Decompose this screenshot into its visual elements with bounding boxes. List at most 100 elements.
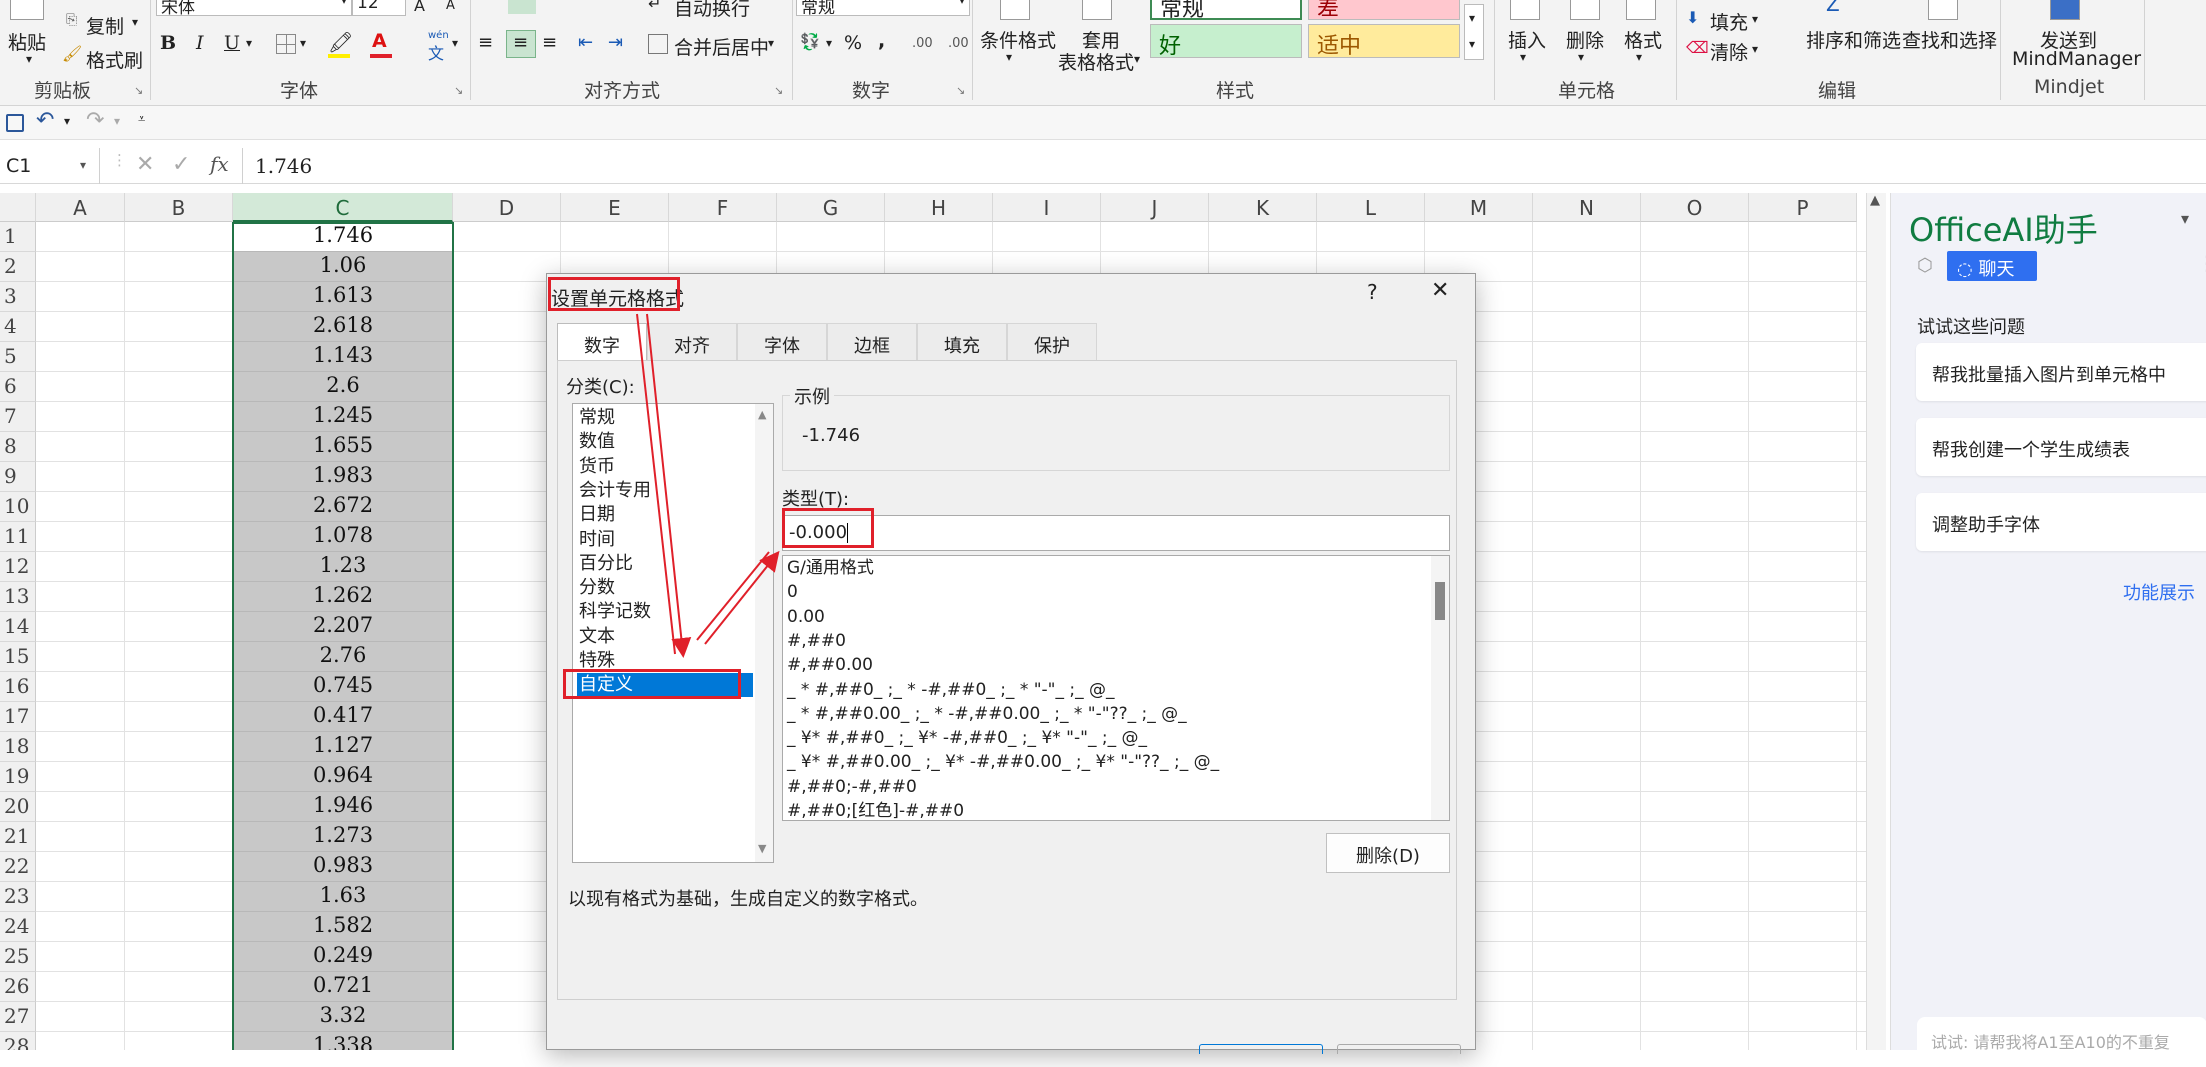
fill-dropdown-icon[interactable]: ▾ (1752, 12, 1758, 26)
currency-icon[interactable]: 💱 (800, 32, 820, 51)
fill-color-icon[interactable]: 🖍 (328, 30, 353, 54)
chat-tab[interactable]: ◌ 聊天 (1947, 251, 2037, 281)
row-header[interactable]: 12 (0, 552, 36, 582)
row-header[interactable]: 19 (0, 762, 36, 792)
suggestion-item[interactable]: 调整助手字体 (1916, 493, 2206, 551)
format-dropdown-icon[interactable]: ▾ (1636, 50, 1642, 64)
redo-dropdown-icon[interactable]: ▾ (114, 114, 120, 128)
row-header[interactable]: 7 (0, 402, 36, 432)
cell-c[interactable]: 1.655 (233, 432, 453, 462)
font-color-icon[interactable]: A (372, 30, 387, 52)
row-header[interactable]: 21 (0, 822, 36, 852)
cell-c[interactable]: 0.249 (233, 942, 453, 972)
cell-c[interactable]: 1.746 (233, 222, 453, 252)
align-right-icon[interactable]: ≡ (542, 32, 557, 53)
cell-c[interactable]: 0.964 (233, 762, 453, 792)
column-header[interactable]: I (993, 193, 1101, 222)
cell-c[interactable]: 1.983 (233, 462, 453, 492)
select-all-corner[interactable] (0, 193, 36, 222)
cell-c[interactable]: 1.06 (233, 252, 453, 282)
sort-filter-button[interactable]: 排序和筛选 (1806, 26, 1901, 53)
row-header[interactable]: 23 (0, 882, 36, 912)
conditional-format-button[interactable]: 条件格式 (980, 26, 1056, 53)
enter-formula-icon[interactable]: ✓ (172, 152, 190, 177)
cell-c[interactable]: 2.672 (233, 492, 453, 522)
format-cells-button[interactable]: 格式 (1624, 26, 1662, 53)
pane-menu-icon[interactable]: ▾ (2181, 209, 2189, 228)
row-header[interactable]: 5 (0, 342, 36, 372)
cell-c[interactable]: 1.613 (233, 282, 453, 312)
column-header[interactable]: D (453, 193, 561, 222)
clear-button[interactable]: 清除 (1710, 38, 1748, 65)
cell-c[interactable]: 1.582 (233, 912, 453, 942)
decrease-decimal-icon[interactable]: .00 (948, 36, 969, 51)
row-header[interactable]: 28 (0, 1032, 36, 1050)
column-header[interactable]: C (233, 193, 453, 222)
copy-button[interactable]: 复制 (86, 12, 124, 39)
font-launcher-icon[interactable]: ↘ (454, 84, 463, 97)
row-header[interactable]: 17 (0, 702, 36, 732)
row-header[interactable]: 2 (0, 252, 36, 282)
percent-button[interactable]: % (844, 32, 862, 54)
delete-cells-button[interactable]: 删除 (1566, 26, 1604, 53)
redo-icon[interactable]: ↷ (86, 108, 104, 133)
row-header[interactable]: 6 (0, 372, 36, 402)
conditional-format-dropdown-icon[interactable]: ▾ (1006, 50, 1012, 64)
align-left-icon[interactable]: ≡ (478, 32, 493, 53)
cell-c[interactable]: 3.32 (233, 1002, 453, 1032)
cell-c[interactable]: 2.618 (233, 312, 453, 342)
cell-c[interactable]: 1.23 (233, 552, 453, 582)
phonetic-dropdown-icon[interactable]: ▾ (452, 36, 458, 50)
row-header[interactable]: 3 (0, 282, 36, 312)
column-header[interactable]: F (669, 193, 777, 222)
column-header[interactable]: B (125, 193, 233, 222)
scroll-up-icon[interactable]: ▲ (1870, 193, 1880, 208)
phonetic-icon[interactable]: 文 (428, 40, 444, 64)
format-as-table-button-2[interactable]: 表格格式 (1058, 48, 1134, 75)
cell-c[interactable]: 0.721 (233, 972, 453, 1002)
row-header[interactable]: 15 (0, 642, 36, 672)
shrink-font-icon[interactable]: A (446, 0, 455, 13)
merge-dropdown-icon[interactable]: ▾ (768, 36, 774, 50)
align-middle-icon[interactable] (508, 0, 536, 14)
name-box-dropdown-icon[interactable]: ▾ (80, 158, 86, 172)
row-header[interactable]: 25 (0, 942, 36, 972)
paste-dropdown-icon[interactable]: ▾ (26, 52, 32, 66)
row-header[interactable]: 11 (0, 522, 36, 552)
column-header[interactable]: P (1749, 193, 1857, 222)
underline-dropdown-icon[interactable]: ▾ (246, 36, 252, 50)
row-header[interactable]: 14 (0, 612, 36, 642)
cell-c[interactable]: 1.338 (233, 1032, 453, 1050)
cell-c[interactable]: 1.078 (233, 522, 453, 552)
row-header[interactable]: 13 (0, 582, 36, 612)
column-header[interactable]: L (1317, 193, 1425, 222)
cell-c[interactable]: 1.262 (233, 582, 453, 612)
row-header[interactable]: 8 (0, 432, 36, 462)
cell-c[interactable]: 1.127 (233, 732, 453, 762)
cell-c[interactable]: 2.207 (233, 612, 453, 642)
increase-decimal-icon[interactable]: .00 (912, 36, 933, 51)
format-as-table-dropdown-icon[interactable]: ▾ (1134, 52, 1140, 66)
comma-button[interactable]: , (878, 30, 885, 52)
style-bad[interactable]: 差 (1308, 0, 1460, 20)
insert-dropdown-icon[interactable]: ▾ (1520, 50, 1526, 64)
row-header[interactable]: 4 (0, 312, 36, 342)
styles-scroll[interactable]: ▾ ▾ (1464, 4, 1484, 60)
merge-center-button[interactable]: 合并后居中 (674, 33, 769, 60)
paste-button[interactable]: 粘贴 (8, 28, 46, 55)
cell-c[interactable]: 0.745 (233, 672, 453, 702)
column-header[interactable]: O (1641, 193, 1749, 222)
clipboard-launcher-icon[interactable]: ↘ (134, 84, 143, 97)
style-good[interactable]: 好 (1150, 24, 1302, 58)
font-size-select[interactable]: 12 (352, 0, 406, 16)
cell-c[interactable]: 0.983 (233, 852, 453, 882)
column-header[interactable]: K (1209, 193, 1317, 222)
vertical-scrollbar[interactable]: ▲ (1866, 193, 1886, 1050)
cell-c[interactable]: 1.273 (233, 822, 453, 852)
undo-dropdown-icon[interactable]: ▾ (64, 114, 70, 128)
column-header[interactable]: G (777, 193, 885, 222)
decrease-indent-icon[interactable]: ⇤ (578, 32, 593, 53)
row-header[interactable]: 10 (0, 492, 36, 522)
column-header[interactable]: H (885, 193, 993, 222)
customize-qat-icon[interactable]: ⩡ (138, 112, 145, 127)
